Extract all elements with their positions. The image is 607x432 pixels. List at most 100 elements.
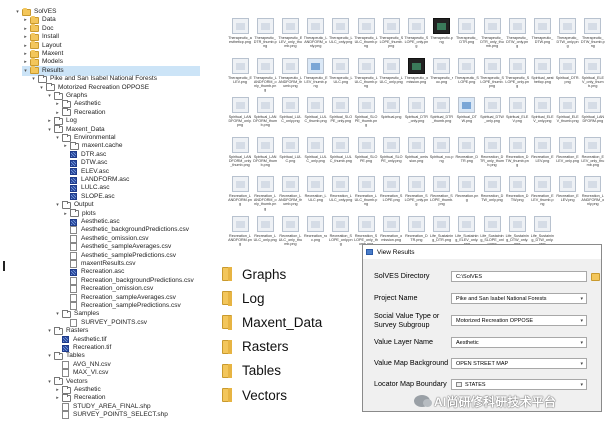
- chevron-down-icon[interactable]: ▾: [580, 380, 583, 389]
- file-thumbnail[interactable]: Therapeutic_LULC.png: [329, 57, 353, 98]
- file-thumbnail[interactable]: Therapeutic_LULC_only.png: [329, 18, 353, 58]
- folder-item[interactable]: Rasters: [222, 337, 289, 357]
- file-thumbnail[interactable]: Therapeutic_DTW_only.png: [505, 18, 529, 58]
- file-thumbnail[interactable]: Recreation_SLOPE_thumb.png: [430, 176, 454, 216]
- chevron-down-icon[interactable]: ▾: [580, 359, 583, 368]
- file-thumbnail[interactable]: Recreation_LULC_only.png: [329, 176, 353, 216]
- file-thumbnail[interactable]: Spiritual_LANDFORM_only.png: [228, 97, 252, 137]
- file-thumbnail[interactable]: Recreation_LANDFORM.png: [228, 176, 252, 216]
- file-thumbnail[interactable]: Spiritual_LANDFORM_thumb.png: [253, 97, 277, 137]
- file-thumbnail[interactable]: Spiritual_omission.png: [404, 136, 428, 177]
- file-thumbnail[interactable]: Therapeutic_SLOPE_thumb.png: [480, 57, 504, 98]
- file-thumbnail[interactable]: Therapeutic_DTR_thumb.png: [253, 18, 277, 58]
- file-thumbnail[interactable]: Recreation_roc.png: [304, 215, 328, 256]
- file-thumbnail[interactable]: Recreation_LULC_thumb.png: [354, 176, 378, 216]
- file-thumbnail[interactable]: Spiritual_DTW_only.png: [480, 97, 504, 137]
- file-thumbnail[interactable]: Spiritual_LULC_thumb.png: [304, 97, 328, 137]
- dropdown-select[interactable]: Pike and San Isabel National Forests ▾: [451, 293, 587, 304]
- file-thumbnail[interactable]: Recreation_ELEV_only_thumb.png: [581, 136, 605, 177]
- collapse-icon[interactable]: ▾: [54, 309, 61, 319]
- tree-item[interactable]: SURVEY_POINTS_SELECT.shp: [54, 410, 168, 420]
- browse-folder-icon[interactable]: [591, 273, 600, 281]
- file-thumbnail[interactable]: Spiritual_LULC_only.png: [304, 136, 328, 177]
- file-thumbnail[interactable]: Recreation_LANDFORM_only.png: [581, 176, 605, 216]
- file-thumbnail[interactable]: Recreation_DTR.png: [455, 136, 479, 177]
- file-thumbnail[interactable]: Therapeutic_LANDFORM_thumb.png: [278, 57, 302, 98]
- folder-item[interactable]: Graphs: [222, 264, 286, 284]
- file-thumbnail[interactable]: Therapeutic_LULC_thumb.png: [354, 18, 378, 58]
- file-thumbnail[interactable]: Therapeutic_DTW_only.png: [556, 18, 580, 58]
- file-thumbnail[interactable]: Therapeutic_SLOPE_thumb.png: [379, 18, 403, 58]
- dropdown-select[interactable]: OPEN STREET MAP ▾: [451, 358, 587, 369]
- file-thumbnail[interactable]: Spiritual_LANDFORM.png: [581, 97, 605, 137]
- collapse-icon[interactable]: ▾: [30, 74, 37, 84]
- file-thumbnail[interactable]: Therapeutic_roc.png: [430, 57, 454, 98]
- collapse-icon[interactable]: ▾: [54, 133, 61, 143]
- file-thumbnail[interactable]: Recreation_SLOPE.png: [379, 176, 403, 216]
- file-thumbnail[interactable]: Therapeutic_SLOPE.png: [455, 57, 479, 98]
- collapse-icon[interactable]: ▾: [46, 351, 53, 361]
- directory-input[interactable]: C:\SolVES: [451, 271, 587, 282]
- folder-item[interactable]: Log: [222, 288, 265, 308]
- file-thumbnail[interactable]: Spiritual.png: [379, 97, 403, 137]
- file-thumbnail[interactable]: Recreation_ELEV.png: [556, 176, 580, 216]
- file-thumbnail[interactable]: Recreation_LULC.png: [304, 176, 328, 216]
- folder-item[interactable]: Tables: [222, 361, 281, 381]
- file-thumbnail[interactable]: Therapeutic_ELEV_thumb.png: [304, 57, 328, 98]
- chevron-down-icon[interactable]: ▾: [580, 338, 583, 347]
- file-thumbnail[interactable]: Recreation_SLOPE_only.png: [329, 215, 353, 256]
- folder-tree[interactable]: ▾ SolVES ▸ Data ▸ Doc ▸ Install ▸ Layout ▸ Maxent ▸ M…: [14, 7, 214, 427]
- file-thumbnail[interactable]: Recreation_LULC_only_thumb.png: [278, 215, 302, 256]
- chevron-down-icon[interactable]: ▾: [580, 316, 583, 325]
- file-thumbnail[interactable]: Therapeutic_DTR.png: [455, 18, 479, 58]
- dropdown-select[interactable]: Aesthetic ▾: [451, 337, 587, 348]
- file-thumbnail[interactable]: Spiritual_LULC_only.png: [278, 97, 302, 137]
- file-thumbnail[interactable]: Therapeutic_LANDFORM_only_thumb.png: [253, 57, 277, 98]
- file-thumbnail[interactable]: Therapeutic_LANDFORM_only.png: [304, 18, 328, 58]
- file-thumbnail[interactable]: Therapeutic_ELEV.png: [228, 57, 252, 98]
- file-thumbnail[interactable]: Spiritual_ELEV_only.png: [530, 97, 554, 137]
- file-thumbnail[interactable]: Spiritual_DTR.png: [556, 57, 580, 98]
- file-thumbnail[interactable]: Recreation_ELEV_thumb.png: [530, 176, 554, 216]
- chevron-down-icon[interactable]: ▾: [580, 294, 583, 303]
- file-thumbnail[interactable]: Spiritual_DTW.png: [455, 97, 479, 137]
- file-thumbnail[interactable]: Spiritual_SLOPE_only.png: [329, 97, 353, 137]
- file-thumbnail[interactable]: Spiritual_SLOPE_thumb.png: [354, 97, 378, 137]
- folder-item[interactable]: Vectors: [222, 385, 287, 405]
- dropdown-select[interactable]: Motorized Recreation OPPOSE ▾: [451, 315, 587, 326]
- collapse-icon[interactable]: ▾: [46, 125, 53, 135]
- collapse-icon[interactable]: ▾: [46, 91, 53, 101]
- file-thumbnail[interactable]: Spiritual_LULC_thumb.png: [329, 136, 353, 177]
- file-thumbnail[interactable]: Spiritual_ELEV_thumb.png: [556, 97, 580, 137]
- file-thumbnail[interactable]: Spiritual_LANDFORM_only_thumb.png: [228, 136, 252, 177]
- file-thumbnail[interactable]: Therapeutic_DTW.png: [530, 18, 554, 58]
- file-thumbnail[interactable]: Spiritual_LULC.png: [278, 136, 302, 177]
- collapse-icon[interactable]: ▾: [46, 326, 53, 336]
- file-thumbnail[interactable]: Therapeutic_LULC_thumb.png: [354, 57, 378, 98]
- file-thumbnail[interactable]: Recreation_LANDFORM_only_thumb.png: [253, 176, 277, 216]
- collapse-icon[interactable]: ▾: [14, 7, 21, 17]
- file-thumbnail[interactable]: Recreation_SLOPE_only.png: [404, 176, 428, 216]
- collapse-icon[interactable]: ▾: [38, 83, 45, 93]
- file-thumbnail[interactable]: Spiritual_roc.png: [430, 136, 454, 177]
- file-thumbnail[interactable]: Recreation.png: [455, 176, 479, 216]
- file-thumbnail[interactable]: Therapeutic.png: [430, 18, 454, 58]
- file-thumbnail[interactable]: Recreation_ELEV_only.png: [556, 136, 580, 177]
- file-thumbnail[interactable]: Recreation_LULC_only.png: [253, 215, 277, 256]
- file-thumbnail[interactable]: Spiritual_ELEV.png: [505, 97, 529, 137]
- folder-item[interactable]: Maxent_Data: [222, 312, 322, 332]
- file-thumbnail[interactable]: Recreation_DTW_only.png: [480, 176, 504, 216]
- collapse-icon[interactable]: ▾: [54, 200, 61, 210]
- dropdown-select[interactable]: STATES ▾: [451, 379, 587, 390]
- file-thumbnail[interactable]: Spiritual_aestheticp.png: [530, 57, 554, 98]
- file-thumbnail[interactable]: Therapeutic_omission.png: [404, 57, 428, 98]
- file-thumbnail[interactable]: Recreation_LANDFORM_thumb.png: [278, 176, 302, 216]
- file-thumbnail[interactable]: Recreation_DTW.png: [505, 176, 529, 216]
- file-thumbnail[interactable]: Therapeutic_SLOPE_only.png: [404, 18, 428, 58]
- collapse-icon[interactable]: ▾: [22, 66, 29, 76]
- file-thumbnail[interactable]: Spiritual_SLOPE_only.png: [379, 136, 403, 177]
- file-thumbnail[interactable]: Spiritual_ELEV_only_thumb.png: [581, 57, 605, 98]
- file-thumbnail[interactable]: Therapeutic_LULC_only.png: [379, 57, 403, 98]
- file-thumbnail[interactable]: Recreation_DTW_thumb.png: [505, 136, 529, 177]
- file-thumbnail[interactable]: Recreation_DTR_only_thumb.png: [480, 136, 504, 177]
